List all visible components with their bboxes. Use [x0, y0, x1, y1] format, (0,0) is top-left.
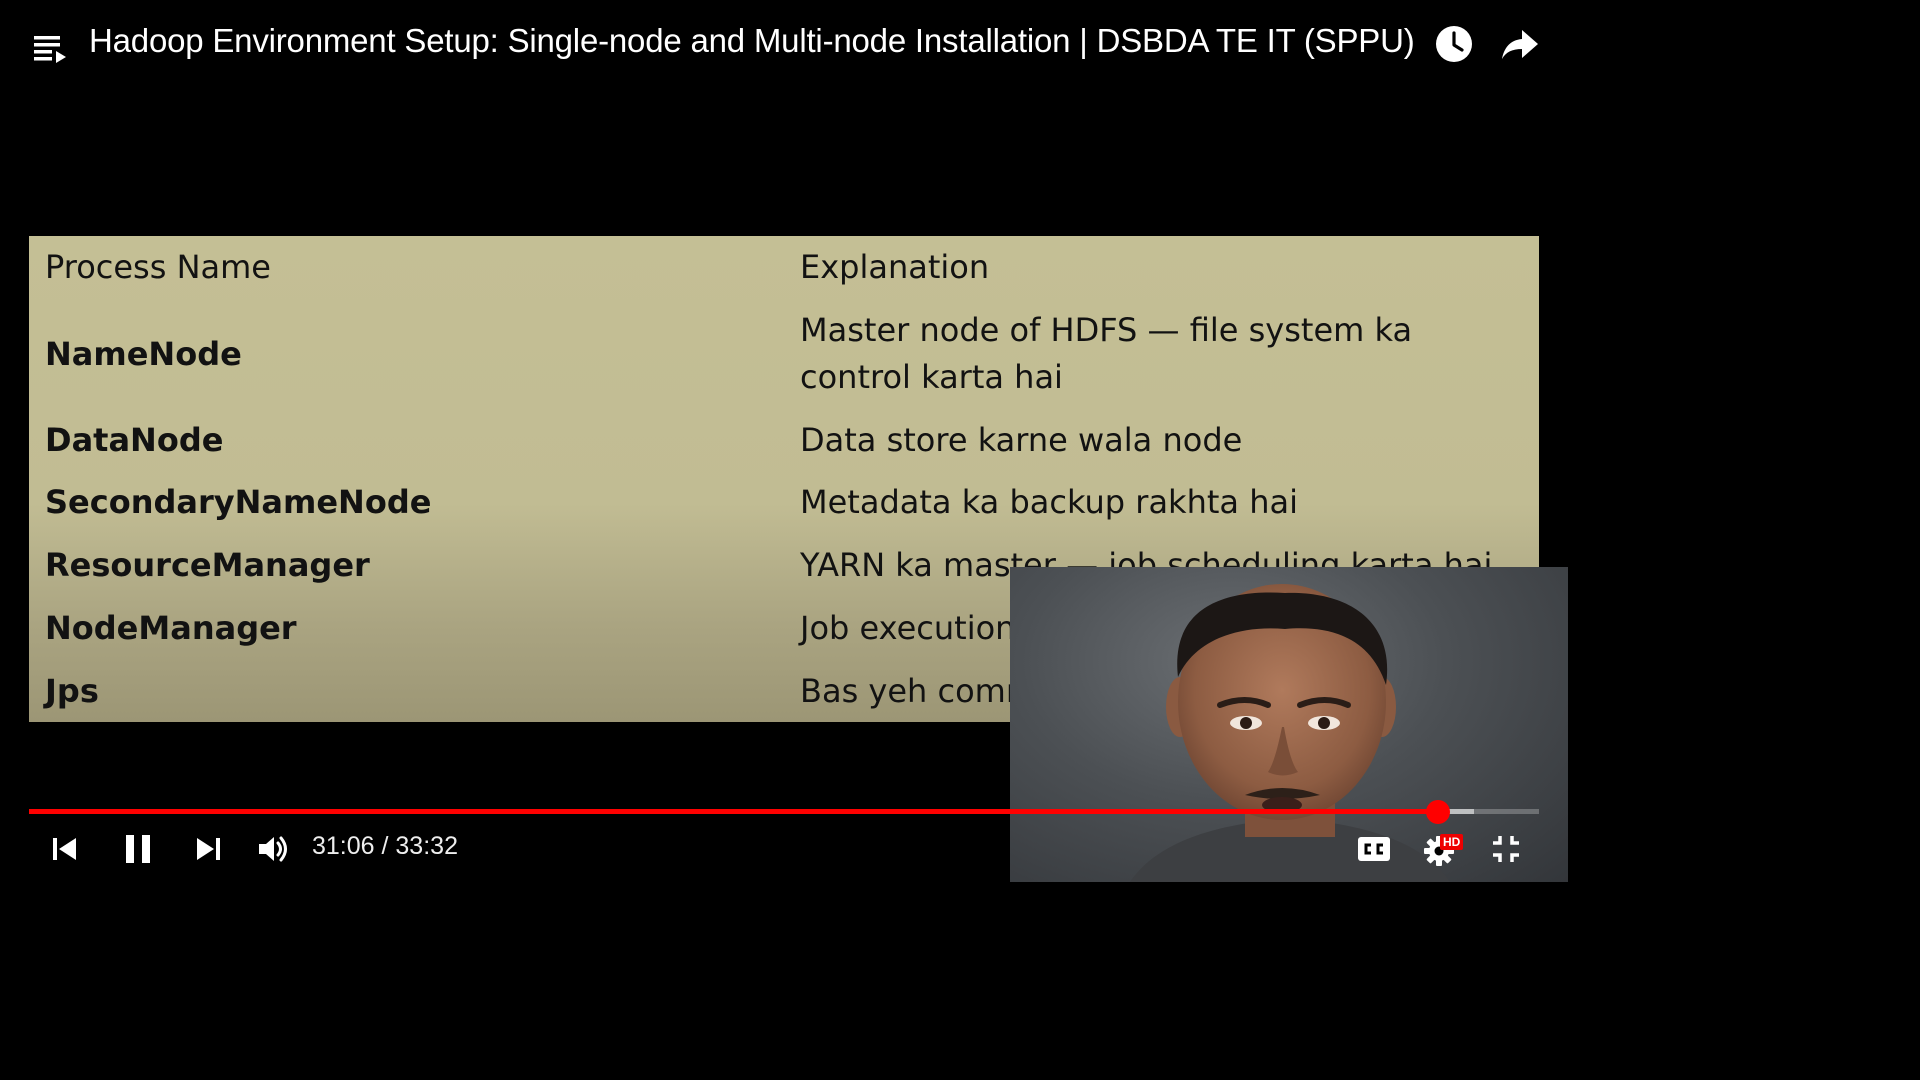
current-time: 31:06 [312, 832, 375, 860]
process-explanation: control karta hai [800, 358, 1063, 396]
process-name: NodeManager [45, 609, 297, 647]
webcam-overlay [1010, 567, 1568, 882]
share-icon[interactable] [1500, 26, 1540, 62]
top-bar: Hadoop Environment Setup: Single-node an… [0, 0, 1568, 90]
process-name: ResourceManager [45, 546, 370, 584]
time-display: 31:06 / 33:32 [312, 832, 458, 861]
progress-played [29, 809, 1438, 814]
process-name: Jps [45, 672, 99, 710]
scrubber-handle[interactable] [1425, 800, 1450, 824]
pause-icon[interactable] [122, 833, 154, 865]
process-explanation: Bas yeh comm [800, 672, 1037, 710]
exit-fullscreen-icon[interactable] [1490, 833, 1522, 865]
time-separator: / [374, 832, 396, 860]
presenter-video [1130, 584, 1450, 882]
playlist-icon[interactable] [30, 30, 70, 66]
process-explanation: Master node of HDFS — file system ka [800, 311, 1413, 349]
captions-icon[interactable] [1356, 834, 1392, 864]
process-explanation: Metadata ka backup rakhta hai [800, 483, 1298, 521]
settings-button[interactable]: HD [1422, 830, 1468, 868]
header-process-name: Process Name [45, 248, 271, 286]
process-name: DataNode [45, 421, 224, 459]
process-explanation: Data store karne wala node [800, 421, 1243, 459]
process-explanation: Job execution [800, 609, 1016, 647]
skip-next-icon[interactable] [193, 835, 223, 863]
process-name: SecondaryNameNode [45, 483, 432, 521]
duration: 33:32 [395, 832, 458, 860]
process-name: NameNode [45, 335, 242, 373]
header-explanation: Explanation [800, 248, 990, 286]
skip-previous-icon[interactable] [50, 835, 80, 863]
hd-badge: HD [1440, 834, 1464, 850]
volume-icon[interactable] [256, 834, 290, 864]
clock-icon[interactable] [1434, 24, 1474, 64]
video-title[interactable]: Hadoop Environment Setup: Single-node an… [89, 22, 1415, 60]
progress-bar[interactable] [29, 800, 1539, 824]
